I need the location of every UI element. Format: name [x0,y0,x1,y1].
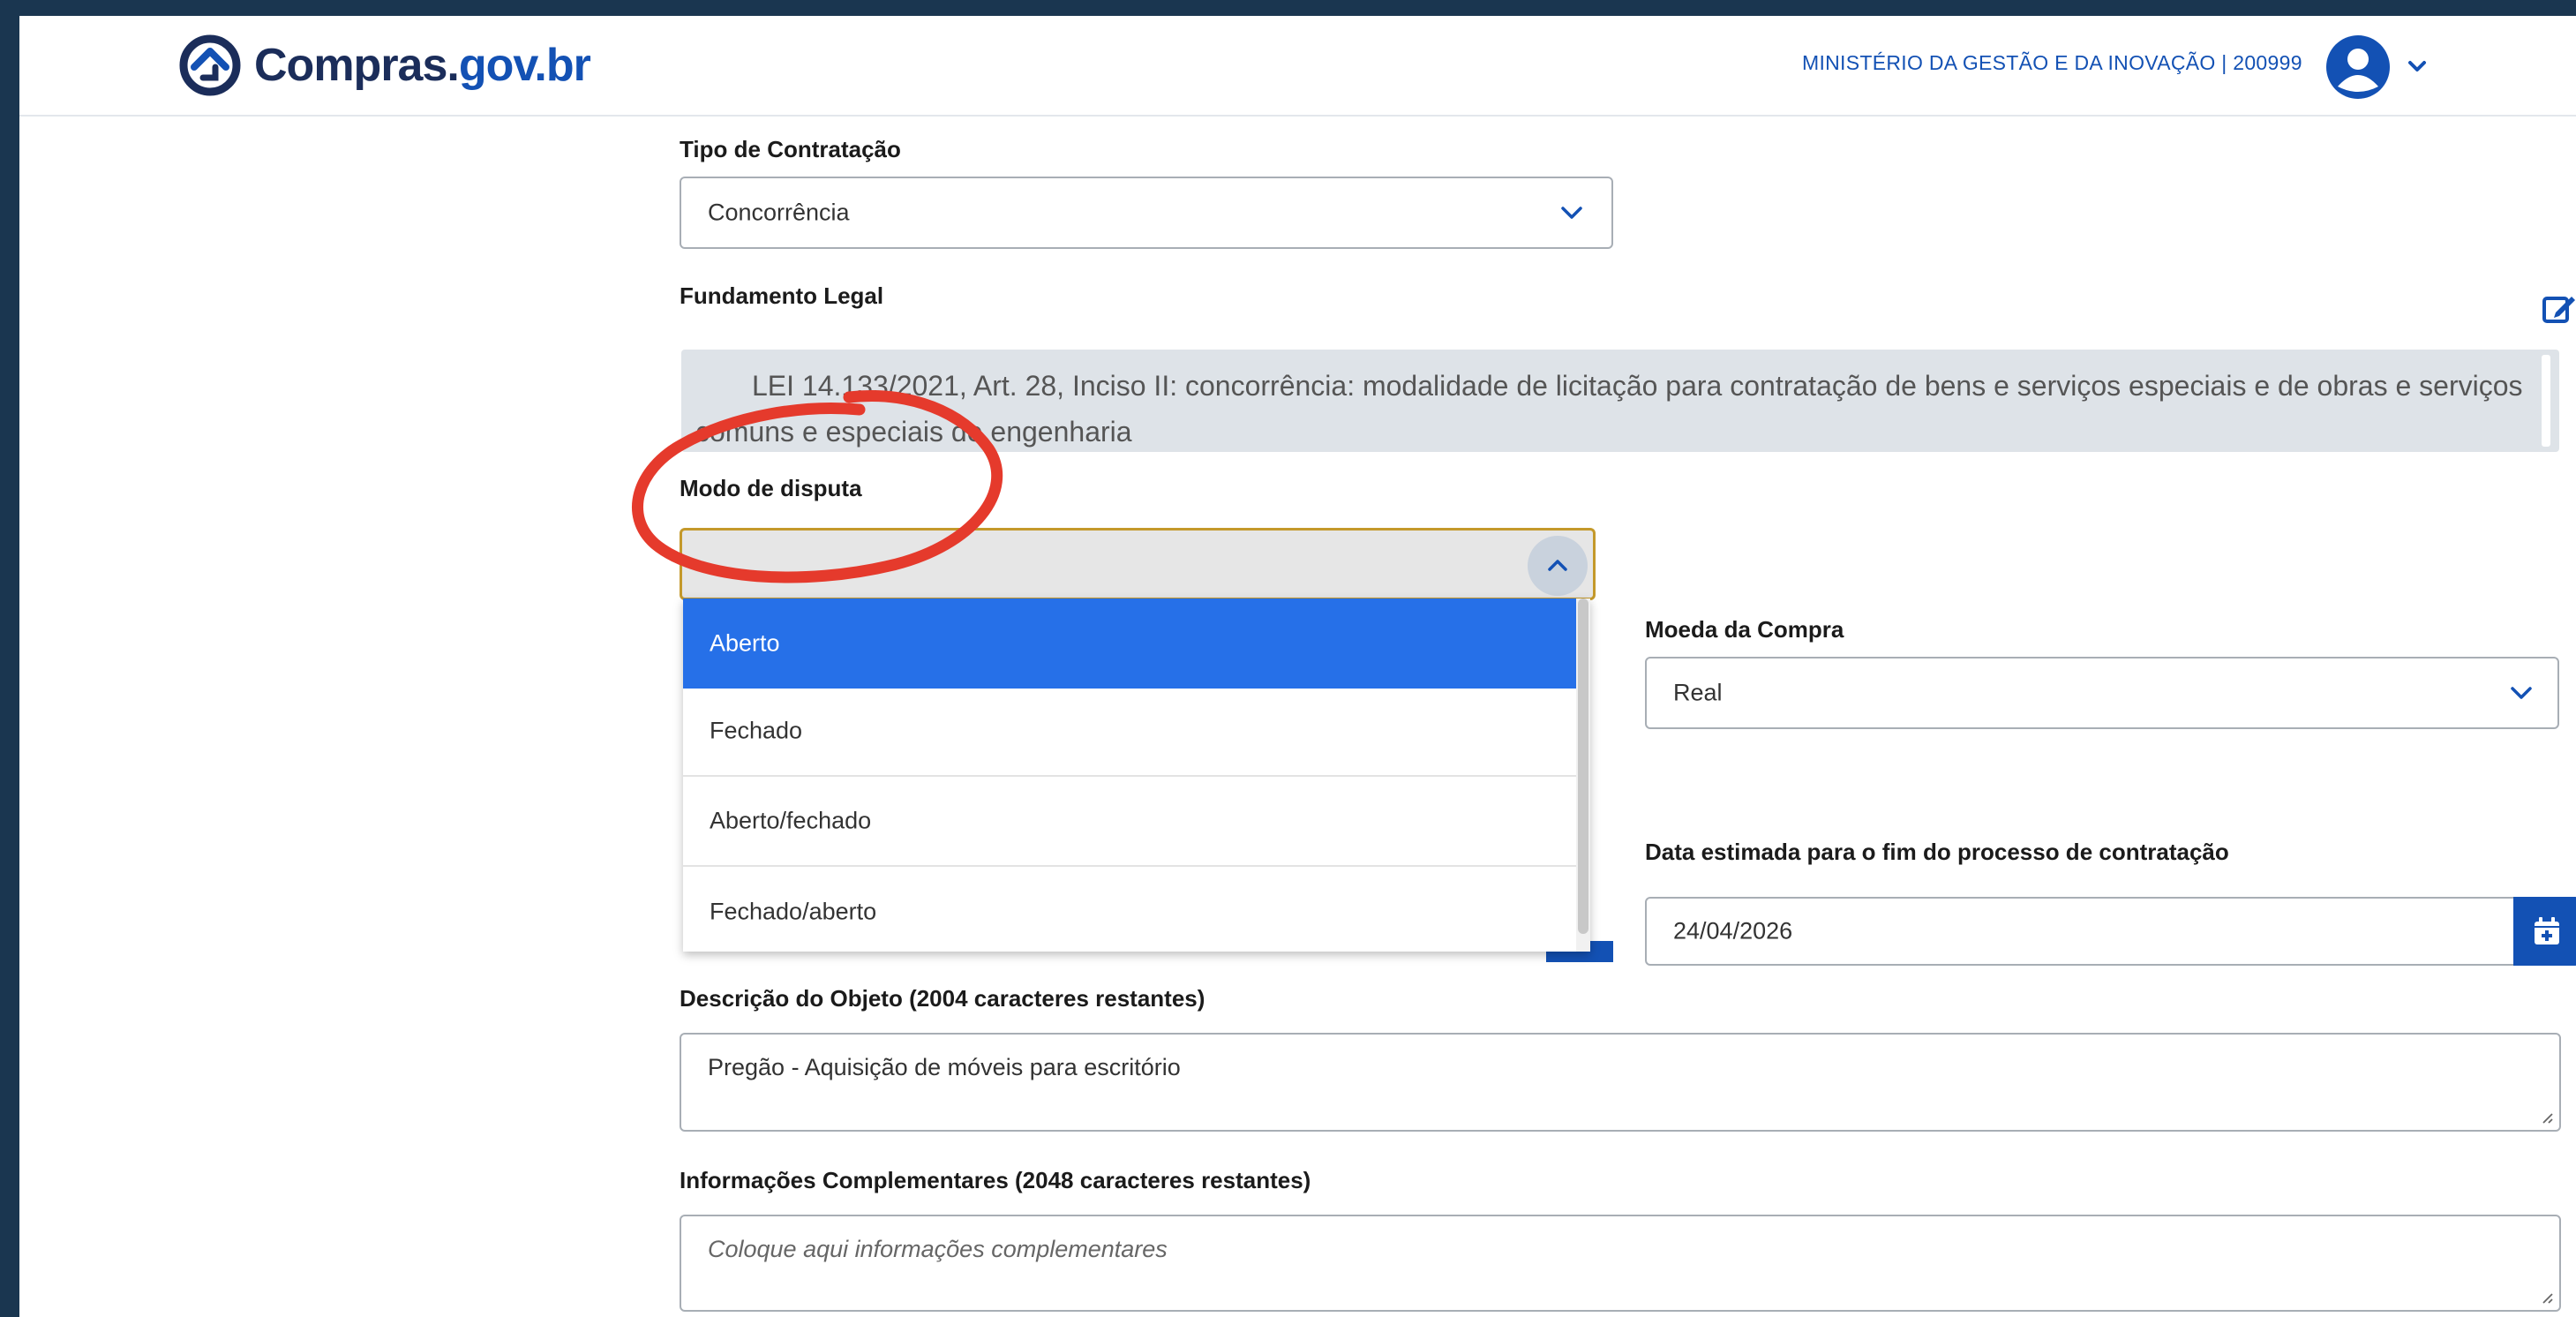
info-compl-label: Informações Complementares (2048 caracte… [680,1167,1311,1193]
chevron-up-icon [1548,560,1567,571]
chevron-down-icon [2511,687,2532,699]
compras-logo-icon [179,34,241,96]
option-fechado[interactable]: Fechado [683,687,1576,777]
modo-disputa-dropdown: Aberto Fechado Aberto/fechado Fechado/ab… [683,598,1590,952]
dropdown-scroll-thumb[interactable] [1578,598,1588,934]
modo-disputa-label: Modo de disputa [680,475,862,501]
fundamento-legal-label: Fundamento Legal [680,282,884,309]
modo-disputa-select[interactable] [680,528,1596,600]
dropdown-scrollbar[interactable] [1576,598,1590,952]
edit-icon[interactable] [2542,291,2576,327]
data-fim-value: 24/04/2026 [1673,917,1793,944]
option-aberto-fechado[interactable]: Aberto/fechado [683,777,1576,867]
user-avatar-icon[interactable] [2324,34,2392,101]
descricao-value: Pregão - Aquisição de móveis para escrit… [708,1054,1181,1080]
tipo-contratacao-label: Tipo de Contratação [680,136,901,162]
top-header: Compras.gov.br MINISTÉRIO DA GESTÃO E DA… [19,16,2576,117]
moeda-select[interactable]: Real [1645,657,2559,729]
ministry-label: MINISTÉRIO DA GESTÃO E DA INOVAÇÃO | 200… [1802,51,2302,74]
chevron-down-icon[interactable] [2406,55,2429,78]
brand-name: Compras.gov.br [254,40,591,91]
option-aberto[interactable]: Aberto [683,598,1576,689]
page-frame: Compras.gov.br MINISTÉRIO DA GESTÃO E DA… [19,16,2576,1317]
brand-logo[interactable]: Compras.gov.br [176,34,591,97]
info-compl-placeholder: Coloque aqui informações complementares [708,1236,1168,1262]
data-fim-input[interactable]: 24/04/2026 [1645,897,2517,966]
fundamento-scrollbar[interactable] [2542,355,2550,447]
calendar-button[interactable] [2513,897,2576,966]
fundamento-legal-text: LEI 14.133/2021, Art. 28, Inciso II: con… [681,350,2559,452]
moeda-value: Real [1673,679,1723,706]
descricao-textarea[interactable]: Pregão - Aquisição de móveis para escrit… [680,1033,2561,1132]
option-fechado-aberto[interactable]: Fechado/aberto [683,867,1576,952]
info-compl-textarea[interactable]: Coloque aqui informações complementares [680,1215,2561,1312]
moeda-label: Moeda da Compra [1645,616,1844,643]
resize-grip-icon[interactable] [2538,1109,2554,1125]
modo-disputa-toggle[interactable] [1528,536,1588,596]
tipo-contratacao-value: Concorrência [708,199,850,226]
tipo-contratacao-select[interactable]: Concorrência [680,177,1613,249]
descricao-label: Descrição do Objeto (2004 caracteres res… [680,985,1205,1012]
calendar-icon [2535,917,2559,944]
resize-grip-icon[interactable] [2538,1289,2554,1305]
data-fim-label: Data estimada para o fim do processo de … [1645,839,2229,865]
chevron-down-icon [1561,207,1582,219]
